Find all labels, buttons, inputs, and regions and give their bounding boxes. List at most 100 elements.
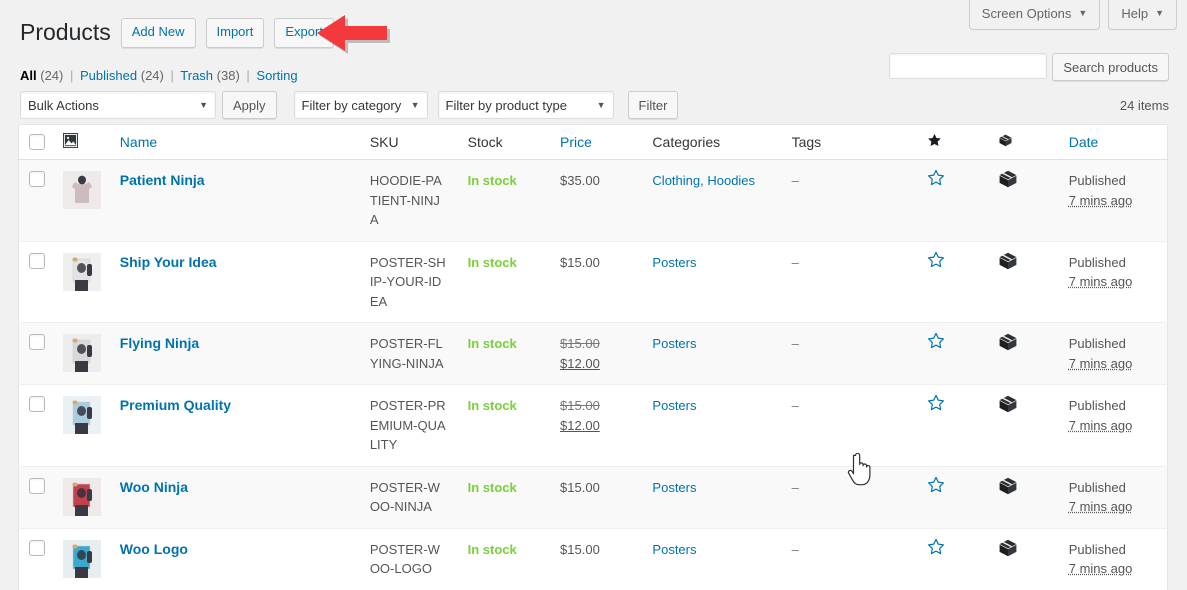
row-checkbox[interactable] [29,252,45,269]
box-icon [998,133,1013,151]
row-product-type-cell [988,527,1059,590]
row-checkbox[interactable] [29,334,45,351]
product-sku: POSTER-PREMIUM-QUALITY [369,398,446,453]
stock-status: In stock [467,479,517,495]
sku-header[interactable]: SKU [359,124,458,161]
star-outline-icon[interactable] [927,538,945,559]
price-regular: $15.00 [560,336,600,352]
row-select-cell [18,240,54,323]
name-header[interactable]: Name [109,124,360,161]
help-button[interactable]: Help ▼ [1108,0,1177,30]
product-thumbnail [63,252,102,291]
category-link[interactable]: Posters [652,255,696,270]
bulk-actions-select[interactable]: Bulk Actions [20,91,216,119]
product-name-link[interactable]: Ship Your Idea [120,254,217,270]
filter-button[interactable]: Filter [627,91,679,119]
product-name-link[interactable]: Flying Ninja [120,335,199,351]
row-tags-cell: – [781,240,918,323]
row-select-cell [18,527,54,590]
row-featured-cell [917,527,989,590]
product-name-link[interactable]: Woo Ninja [120,479,188,495]
product-tags: – [791,336,799,352]
row-sku-cell: POSTER-FLYING-NINJA [359,322,458,385]
product-tags: – [791,254,799,270]
row-name-cell: Woo Ninja [109,465,360,529]
add-new-button[interactable]: Add New [120,18,196,48]
status-link-sorting[interactable]: Sorting [256,68,297,83]
date-when: 7 mins ago [1068,561,1133,577]
row-date-cell: Published 7 mins ago [1058,465,1168,529]
categories-header[interactable]: Categories [642,124,782,161]
category-link[interactable]: Posters [652,398,696,413]
row-select-cell [18,465,54,529]
row-featured-cell [917,240,989,323]
tags-header[interactable]: Tags [781,124,918,161]
product-sku: POSTER-SHIP-YOUR-IDEA [369,254,446,309]
screen-meta-links: Screen Options ▼ Help ▼ [968,0,1177,30]
status-count-all: (24) [40,68,64,83]
product-type-header[interactable] [988,124,1059,161]
filter-by-category-select[interactable]: Filter by category [293,91,428,119]
row-price-cell: $35.00 [550,159,643,242]
product-thumbnail [63,539,102,578]
row-thumbnail-cell [53,159,110,242]
import-button[interactable]: Import [205,18,265,48]
row-checkbox[interactable] [29,171,45,188]
star-outline-icon[interactable] [927,476,945,497]
screen-options-button[interactable]: Screen Options ▼ [968,0,1101,30]
table-nav-top: Bulk Actions ▼ Apply Filter by category … [20,90,1169,120]
box-icon [998,252,1018,274]
status-filter-links: All (24) | Published (24) | Trash (38) |… [20,66,298,87]
category-link[interactable]: Clothing, Hoodies [652,173,755,188]
category-link[interactable]: Posters [652,480,696,495]
row-product-type-cell [988,465,1059,529]
row-stock-cell: In stock [457,384,551,467]
row-checkbox[interactable] [29,477,45,494]
filter-by-product-type-select[interactable]: Filter by product type [437,91,614,119]
row-checkbox[interactable] [29,539,45,556]
product-thumbnail [63,396,102,435]
date-when: 7 mins ago [1068,274,1133,290]
export-button[interactable]: Export [274,18,334,48]
star-outline-icon[interactable] [927,170,945,190]
category-link[interactable]: Posters [652,336,696,351]
star-outline-icon[interactable] [927,333,945,353]
tags-header-label: Tags [791,134,822,151]
filter-category-select-wrap: Filter by category ▼ [293,91,428,119]
search-input[interactable] [889,53,1048,79]
star-outline-icon[interactable] [927,251,945,272]
status-link-published[interactable]: Published [80,68,137,83]
search-products-button[interactable]: Search products [1052,53,1169,81]
table-body: Patient Ninja HOODIE-PATIENT-NINJA In stoc… [18,159,1168,590]
status-count-published: (24) [140,68,164,83]
stock-header-label: Stock [467,134,503,151]
star-outline-icon[interactable] [927,395,945,415]
row-sku-cell: HOODIE-PATIENT-NINJA [359,159,458,242]
row-price-cell: $15.00 [550,240,643,323]
row-price-cell: $15.00 $12.00 [550,322,643,385]
select-all-checkbox[interactable] [29,134,45,151]
product-name-link[interactable]: Patient Ninja [120,172,205,188]
stock-header[interactable]: Stock [457,124,551,161]
row-date-cell: Published 7 mins ago [1058,527,1168,590]
date-when: 7 mins ago [1068,355,1133,371]
row-tags-cell: – [781,322,918,385]
featured-header[interactable] [917,124,989,161]
date-status: Published [1068,398,1126,414]
price-header[interactable]: Price [550,124,643,161]
date-header[interactable]: Date [1058,124,1168,161]
product-name-link[interactable]: Woo Logo [120,541,188,557]
page-title: Products [20,19,111,45]
row-checkbox[interactable] [29,396,45,413]
status-link-all[interactable]: All [20,68,37,83]
apply-button[interactable]: Apply [222,91,277,119]
name-header-label: Name [119,134,158,151]
product-name-link[interactable]: Premium Quality [120,397,231,413]
box-icon [998,171,1018,192]
status-link-trash[interactable]: Trash [180,68,213,83]
product-thumbnail [63,334,102,373]
price-value: $15.00 [560,541,600,557]
date-header-label: Date [1068,134,1099,151]
category-link[interactable]: Posters [652,542,696,557]
table-head: Name SKU Stock Price Categories Tags Dat… [18,124,1168,161]
